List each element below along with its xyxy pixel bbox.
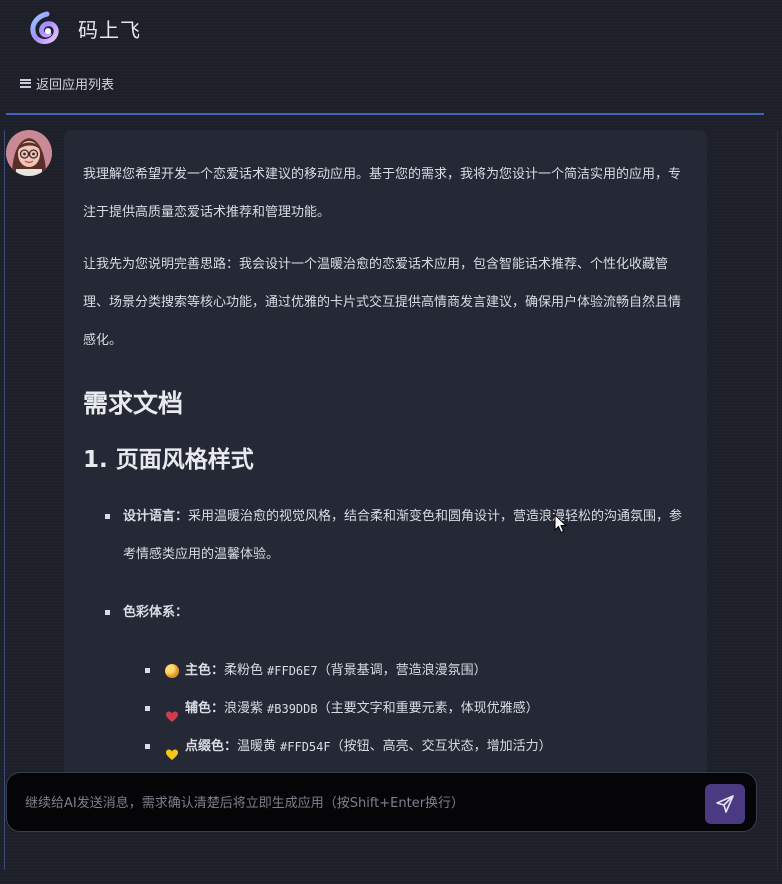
left-border	[4, 130, 5, 870]
header-divider	[6, 113, 764, 115]
color-label: 点缀色：	[185, 739, 238, 754]
requirements-list: 设计语言：采用温暖治愈的视觉风格，结合柔和渐变色和圆角设计，营造浪漫轻松的沟通氛…	[83, 498, 687, 766]
right-border	[777, 130, 778, 870]
send-icon	[716, 795, 734, 813]
plan-paragraph: 让我先为您说明完善思路：我会设计一个温暖治愈的恋爱话术应用，包含智能话术推荐、个…	[83, 257, 682, 348]
color-hex: #FFD54F	[280, 740, 331, 754]
assistant-avatar-icon	[6, 130, 52, 176]
doc-title: 需求文档	[83, 389, 184, 418]
color-note: （主要文字和重要元素，体现优雅感）	[317, 701, 539, 716]
color-item-accent: 点缀色： 温暖黄 #FFD54F （按钮、高亮、交互状态，增加活力）	[145, 728, 687, 766]
send-button[interactable]	[705, 784, 745, 824]
message-composer	[6, 772, 757, 832]
item-label: 设计语言：	[123, 509, 189, 524]
color-label: 主色：	[185, 663, 225, 678]
intro-paragraph: 我理解您希望开发一个恋爱话术建议的移动应用。基于您的需求，我将为您设计一个简洁实…	[83, 167, 682, 220]
color-name: 柔粉色	[224, 663, 264, 678]
list-item: 色彩体系： 主色： 柔粉色 #FFD6E7 （背景基调，营造浪漫氛围） 辅色：	[103, 594, 687, 766]
header: 码上飞	[0, 0, 782, 56]
color-name: 温暖黄	[237, 739, 277, 754]
section-title: 1. 页面风格样式	[83, 447, 254, 473]
app-frame: 码上飞 返回应用列表 我理解您希望开发一个恋爱话术建议的移动应用。基于您的需求，…	[0, 0, 782, 884]
back-label: 返回应用列表	[36, 77, 115, 93]
message-input[interactable]	[25, 791, 685, 815]
yellow-heart-icon	[165, 740, 179, 760]
color-item-secondary: 辅色： 浪漫紫 #B39DDB （主要文字和重要元素，体现优雅感）	[145, 690, 687, 728]
item-text: 采用温暖治愈的视觉风格，结合柔和渐变色和圆角设计，营造浪漫轻松的沟通氛围，参考情…	[123, 509, 683, 562]
color-name: 浪漫紫	[224, 701, 264, 716]
color-item-primary: 主色： 柔粉色 #FFD6E7 （背景基调，营造浪漫氛围）	[145, 652, 687, 690]
app-title: 码上飞	[78, 17, 141, 42]
menu-icon	[20, 78, 31, 88]
back-to-app-list-link[interactable]: 返回应用列表	[20, 72, 114, 94]
item-label: 色彩体系：	[123, 605, 189, 620]
color-label: 辅色：	[185, 701, 225, 716]
list-item: 设计语言：采用温暖治愈的视觉风格，结合柔和渐变色和圆角设计，营造浪漫轻松的沟通氛…	[103, 498, 687, 574]
color-note: （背景基调，营造浪漫氛围）	[317, 663, 487, 678]
mouse-cursor-icon	[554, 513, 568, 534]
color-note: （按钮、高亮、交互状态，增加活力）	[330, 739, 552, 754]
palette-icon	[165, 664, 179, 678]
brand-logo-icon[interactable]	[28, 11, 62, 45]
assistant-message: 我理解您希望开发一个恋爱话术建议的移动应用。基于您的需求，我将为您设计一个简洁实…	[64, 130, 707, 780]
color-list: 主色： 柔粉色 #FFD6E7 （背景基调，营造浪漫氛围） 辅色： 浪漫紫 #B…	[123, 652, 687, 766]
color-hex: #FFD6E7	[267, 664, 318, 678]
color-hex: #B39DDB	[267, 702, 318, 716]
heart-icon	[165, 702, 179, 722]
